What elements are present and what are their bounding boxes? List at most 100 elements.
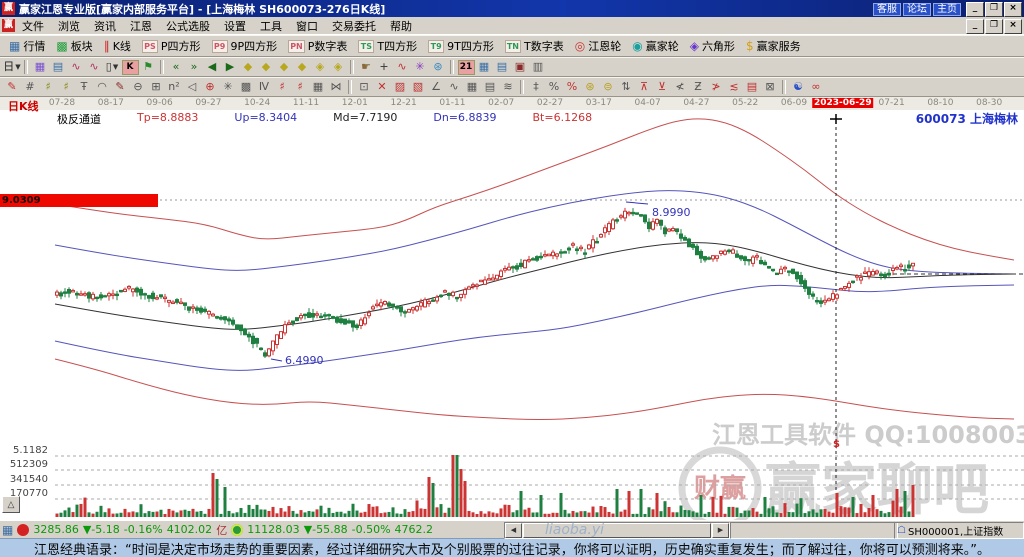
menu-设置[interactable]: 设置 <box>217 18 253 34</box>
scrollbar-thumb[interactable] <box>523 523 711 538</box>
restore-button[interactable]: ❐ <box>985 19 1003 34</box>
resistance-tool-icon[interactable]: ≯ <box>707 79 725 95</box>
grid-view-icon[interactable]: ▦ <box>2 523 13 537</box>
menu-文件[interactable]: 文件 <box>15 18 51 34</box>
restore-button[interactable]: ❐ <box>985 2 1003 17</box>
pressure-tool-icon[interactable]: ⊼ <box>635 79 653 95</box>
infinity-icon[interactable]: ∞ <box>807 79 825 95</box>
menu-资讯[interactable]: 资讯 <box>87 18 123 34</box>
menu-窗口[interactable]: 窗口 <box>289 18 325 34</box>
kline-tab[interactable]: 日K线 <box>8 98 39 114</box>
close-button[interactable]: × <box>1004 2 1022 17</box>
zoom-in-icon[interactable]: ◆ <box>257 59 275 75</box>
gann-fan-icon[interactable]: ✳ <box>411 59 429 75</box>
time-cycle-tool-icon[interactable]: ♯ <box>273 79 291 95</box>
expand-h-icon[interactable]: ◆ <box>275 59 293 75</box>
scroll-left-arrow[interactable]: ◀ <box>505 523 522 538</box>
sectors-button[interactable]: ▩板块 <box>51 37 97 55</box>
target-tool-icon[interactable]: ⊕ <box>201 79 219 95</box>
expand-v-icon[interactable]: ◈ <box>311 59 329 75</box>
hatch-tool-icon[interactable]: ‡ <box>527 79 545 95</box>
ray-fan-tool-icon[interactable]: ✕ <box>373 79 391 95</box>
period-selector[interactable]: 日▼ <box>3 59 21 75</box>
menu-工具[interactable]: 工具 <box>253 18 289 34</box>
kline-chart-canvas[interactable]: 财赢赢家聊吧江恩工具软件 QQ:100800360$8.99906.4990 <box>0 97 1024 520</box>
arc-tool-icon[interactable]: ◠ <box>93 79 111 95</box>
candle-style-icon[interactable]: ▯▼ <box>103 59 121 75</box>
n2-tool-icon[interactable]: n² <box>165 79 183 95</box>
note-tool-icon[interactable]: ▤ <box>743 79 761 95</box>
menu-帮助[interactable]: 帮助 <box>383 18 419 34</box>
circle-tool-icon[interactable]: ⊖ <box>129 79 147 95</box>
box-x-tool-icon[interactable]: ⊠ <box>761 79 779 95</box>
9p-square-button[interactable]: P99P四方形 <box>207 37 283 55</box>
t-square-button[interactable]: TST四方形 <box>353 37 422 55</box>
price-label-tool-icon[interactable]: Ŧ <box>75 79 93 95</box>
first-page-icon[interactable]: « <box>167 59 185 75</box>
anchor-tool-icon[interactable]: ⊡ <box>355 79 373 95</box>
p-square-button[interactable]: PSP四方形 <box>137 37 206 55</box>
notepad-icon[interactable]: ▤ <box>493 59 511 75</box>
titlebar-link-2[interactable]: 论坛 <box>903 3 931 16</box>
pencil-tool-icon[interactable]: ✎ <box>3 79 21 95</box>
winner-service-button[interactable]: $赢家服务 <box>741 37 806 55</box>
trend-angle-tool-icon[interactable]: ∠ <box>427 79 445 95</box>
shrink-v-icon[interactable]: ◈ <box>329 59 347 75</box>
9t-square-button[interactable]: T99T四方形 <box>423 37 499 55</box>
print-icon[interactable]: ▥ <box>529 59 547 75</box>
split-tool-icon[interactable]: ⇅ <box>617 79 635 95</box>
gann-box-tool-icon[interactable]: ♯ <box>57 79 75 95</box>
grid-lines-tool-icon[interactable]: # <box>21 79 39 95</box>
close-button[interactable]: × <box>1004 19 1022 34</box>
wedge-tool-icon[interactable]: ≮ <box>671 79 689 95</box>
percent-retrace-tool-icon[interactable]: % <box>545 79 563 95</box>
menu-浏览[interactable]: 浏览 <box>51 18 87 34</box>
wave-count-tool-icon[interactable]: Ⅳ <box>255 79 273 95</box>
flag-icon[interactable]: ⚑ <box>139 59 157 75</box>
gann-grid-tool-icon[interactable]: ♯ <box>39 79 57 95</box>
next-bar-icon[interactable]: ▶ <box>221 59 239 75</box>
horizontal-scrollbar[interactable]: ◀ ▶ <box>504 522 730 539</box>
screen-mode-icon[interactable]: ▦ <box>31 59 49 75</box>
menu-江恩[interactable]: 江恩 <box>123 18 159 34</box>
angle-tool-icon[interactable]: ◁ <box>183 79 201 95</box>
marker-tool-icon[interactable]: ✎ <box>111 79 129 95</box>
p-table-button[interactable]: PNP数字表 <box>283 37 352 55</box>
calendar-icon[interactable]: 21 <box>457 59 475 75</box>
shrink-h-icon[interactable]: ◆ <box>293 59 311 75</box>
menu-交易委托[interactable]: 交易委托 <box>325 18 383 34</box>
cycle-icon[interactable]: ⊛ <box>429 59 447 75</box>
lightning-tool-icon[interactable]: Ƶ <box>689 79 707 95</box>
save-icon[interactable]: ▣ <box>511 59 529 75</box>
ruler-tool-icon[interactable]: ⊞ <box>147 79 165 95</box>
grid-box-tool-icon[interactable]: ▦ <box>309 79 327 95</box>
wave-large-icon[interactable]: ∿ <box>85 59 103 75</box>
scroll-right-arrow[interactable]: ▶ <box>712 523 729 538</box>
t-table-button[interactable]: TNT数字表 <box>500 37 569 55</box>
kline-mode-icon[interactable]: K <box>121 59 139 75</box>
shaded-box-tool-icon[interactable]: ▨ <box>391 79 409 95</box>
crosshair-icon[interactable]: + <box>375 59 393 75</box>
calculator-icon[interactable]: ▦ <box>475 59 493 75</box>
hexagon-button[interactable]: ◈六角形 <box>685 37 740 55</box>
parallel-tool-icon[interactable]: ≋ <box>499 79 517 95</box>
star-tool-icon[interactable]: ✳ <box>219 79 237 95</box>
gann-wheel-button[interactable]: ◎江恩轮 <box>570 37 626 55</box>
current-index-cell[interactable]: ☖ SH000001,上证指数 <box>894 522 1024 539</box>
gold-ratio-tool-icon[interactable]: ⊛ <box>581 79 599 95</box>
yin-yang-icon[interactable]: ☯ <box>789 79 807 95</box>
shade-tool-icon[interactable]: ▩ <box>237 79 255 95</box>
gold-section-tool-icon[interactable]: ⊜ <box>599 79 617 95</box>
last-page-icon[interactable]: » <box>185 59 203 75</box>
hand-tool-icon[interactable]: ☛ <box>357 59 375 75</box>
zoom-out-icon[interactable]: ◆ <box>239 59 257 75</box>
channel-tool-icon[interactable]: ▦ <box>463 79 481 95</box>
price-cycle-tool-icon[interactable]: ♯ <box>291 79 309 95</box>
winner-wheel-button[interactable]: ◉赢家轮 <box>627 37 683 55</box>
minimize-button[interactable]: _ <box>966 19 984 34</box>
prev-bar-icon[interactable]: ◀ <box>203 59 221 75</box>
fib-time-tool-icon[interactable]: ≲ <box>725 79 743 95</box>
wave-small-icon[interactable]: ∿ <box>67 59 85 75</box>
expand-volume-button[interactable]: △ <box>2 496 20 513</box>
titlebar-link-3[interactable]: 主页 <box>933 3 961 16</box>
